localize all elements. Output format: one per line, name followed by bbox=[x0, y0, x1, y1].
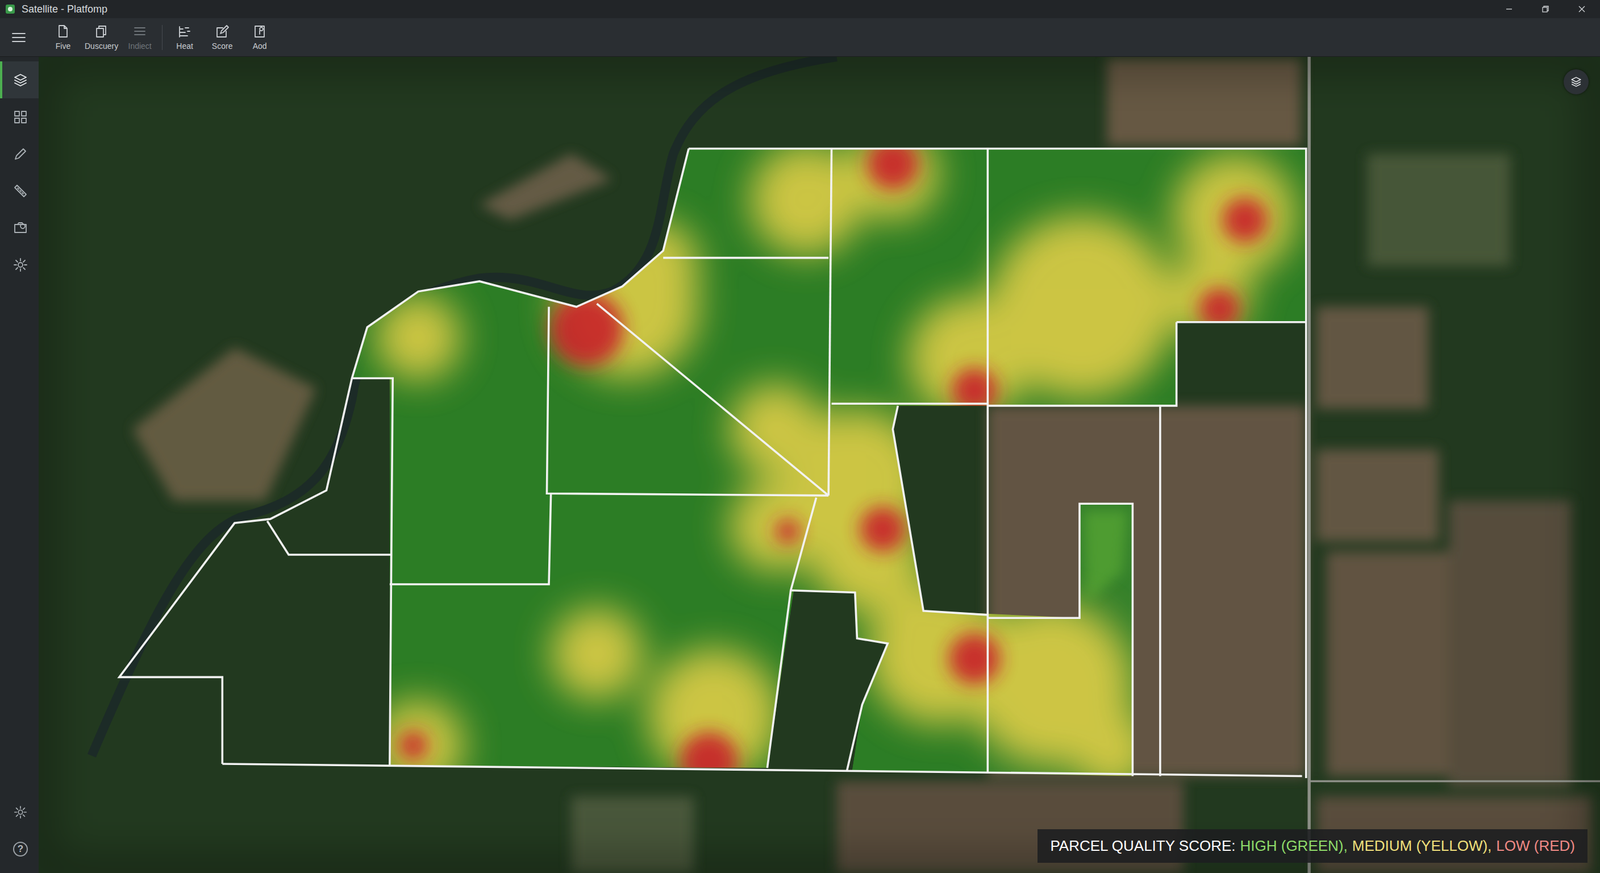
toolbar-label: Indiect bbox=[128, 41, 152, 51]
file-icon bbox=[55, 24, 71, 40]
toolbar-button[interactable]: Duscuery bbox=[81, 24, 122, 51]
title-bar: Satellite - Platfomp bbox=[0, 0, 1600, 19]
toolbar-button[interactable]: Five bbox=[44, 24, 82, 51]
map-legend: PARCEL QUALITY SCORE:HIGH (GREEN),MEDIUM… bbox=[1037, 828, 1588, 863]
sidebar-top bbox=[0, 61, 39, 283]
sidebar-item[interactable] bbox=[0, 61, 39, 99]
sidebar-item[interactable] bbox=[0, 135, 39, 173]
list-icon bbox=[132, 24, 148, 40]
satellite-map[interactable] bbox=[38, 56, 1600, 873]
toolbar-separator bbox=[161, 25, 163, 50]
sidebar-item[interactable] bbox=[0, 246, 39, 283]
layers-button[interactable] bbox=[1563, 69, 1589, 95]
restore-icon[interactable] bbox=[1527, 0, 1564, 19]
camera-icon bbox=[12, 219, 29, 236]
heat-icon bbox=[177, 24, 193, 40]
main-area: ? PARCEL QUALITY SCORE:HIGH (GREEN),MEDIU… bbox=[0, 56, 1600, 873]
toolbar: Five Duscuery Indiect Heat Score Aod bbox=[0, 18, 1600, 57]
toolbar-button[interactable]: Score bbox=[203, 24, 241, 51]
sidebar-bottom: ? bbox=[0, 793, 39, 868]
window-controls bbox=[1490, 0, 1600, 19]
settings-button[interactable] bbox=[0, 793, 39, 831]
window-title: Satellite - Platfomp bbox=[21, 3, 1491, 16]
settings-icon bbox=[12, 256, 29, 273]
sidebar-item[interactable] bbox=[0, 209, 39, 247]
menu-icon[interactable] bbox=[10, 28, 28, 47]
toolbar-label: Five bbox=[55, 41, 71, 51]
legend-item: HIGH (GREEN), bbox=[1240, 836, 1348, 855]
sidebar-item[interactable] bbox=[0, 172, 39, 210]
sidebar-item[interactable] bbox=[0, 98, 39, 136]
toolbar-label: Duscuery bbox=[84, 41, 119, 51]
toolbar-label: Aod bbox=[252, 41, 268, 51]
toolbar-button[interactable]: Heat bbox=[165, 24, 204, 51]
layers-icon bbox=[12, 72, 29, 89]
legend-item: MEDIUM (YELLOW), bbox=[1352, 836, 1493, 855]
toolbar-label: Score bbox=[211, 41, 233, 51]
legend-item: LOW (RED) bbox=[1496, 836, 1575, 855]
app-logo-icon bbox=[4, 3, 16, 15]
sidebar: ? bbox=[0, 56, 39, 873]
help-icon: ? bbox=[13, 841, 28, 857]
layers-icon bbox=[1569, 75, 1583, 89]
grid-icon bbox=[12, 109, 29, 125]
close-icon[interactable] bbox=[1563, 0, 1600, 19]
help-button[interactable]: ? bbox=[0, 830, 39, 868]
toolbar-label: Heat bbox=[176, 41, 194, 51]
pencil-icon bbox=[12, 146, 29, 162]
map-view[interactable]: PARCEL QUALITY SCORE:HIGH (GREEN),MEDIUM… bbox=[38, 56, 1600, 873]
add-location-icon bbox=[252, 24, 268, 40]
legend-title: PARCEL QUALITY SCORE: bbox=[1050, 836, 1236, 855]
toolbar-button: Indiect bbox=[121, 24, 159, 51]
minimize-icon[interactable] bbox=[1490, 0, 1528, 19]
ruler-icon bbox=[12, 182, 29, 199]
edit-icon bbox=[214, 24, 230, 40]
gear-icon bbox=[13, 804, 28, 820]
copy-icon bbox=[94, 24, 110, 40]
toolbar-button[interactable]: Aod bbox=[240, 24, 279, 51]
